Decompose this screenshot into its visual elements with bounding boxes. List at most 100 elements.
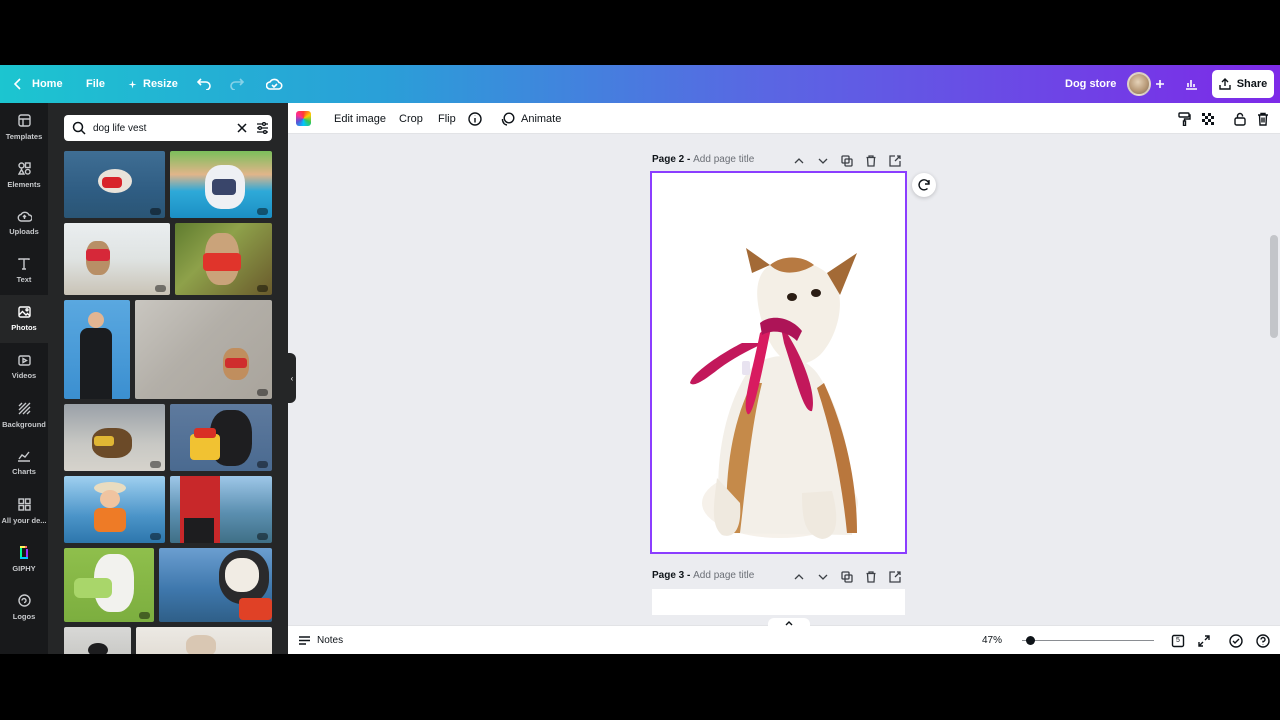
plus-icon	[1156, 80, 1164, 88]
lock-button[interactable]	[1234, 103, 1246, 134]
rail-item-giphy[interactable]: GIPHY	[0, 535, 48, 583]
rail-item-background[interactable]: Background	[0, 391, 48, 439]
add-page-button[interactable]	[889, 570, 903, 584]
photo-result[interactable]	[175, 223, 272, 295]
crop-button[interactable]: Crop	[399, 103, 423, 134]
collapse-panel-button[interactable]: ‹	[288, 353, 296, 403]
rail-item-uploads[interactable]: Uploads	[0, 199, 48, 247]
redo-button[interactable]	[229, 65, 244, 103]
undo-button[interactable]	[197, 65, 212, 103]
cloud-check-icon	[266, 78, 283, 90]
photo-result[interactable]	[64, 151, 165, 218]
rail-label: Videos	[11, 370, 37, 380]
check-button[interactable]	[1229, 626, 1243, 654]
document-title[interactable]: Dog store	[1065, 65, 1116, 103]
animate-button[interactable]: Animate	[501, 103, 561, 134]
expand-pages-button[interactable]	[768, 618, 810, 627]
notes-button[interactable]: Notes	[298, 626, 343, 654]
photo-result[interactable]	[159, 548, 272, 622]
edit-image-button[interactable]: Edit image	[334, 103, 386, 134]
rail-item-photos[interactable]: Photos	[0, 295, 48, 343]
zoom-slider-track[interactable]	[1022, 640, 1154, 641]
duplicate-page-button[interactable]	[841, 570, 855, 584]
page-3-canvas[interactable]	[652, 589, 905, 615]
page-3-header[interactable]: Page 3 - Add page title	[652, 570, 754, 581]
page-2-canvas[interactable]	[650, 171, 907, 554]
help-button[interactable]	[1256, 626, 1270, 654]
resize-button[interactable]: Resize	[128, 65, 178, 103]
photo-result[interactable]	[64, 627, 131, 654]
regenerate-button[interactable]	[912, 173, 936, 197]
rail-item-videos[interactable]: Videos	[0, 343, 48, 391]
crop-label: Crop	[399, 112, 423, 125]
move-page-up-button[interactable]	[793, 154, 807, 168]
add-page-button[interactable]	[889, 154, 903, 168]
file-menu[interactable]: File	[86, 65, 105, 103]
rail-label: Logos	[12, 611, 36, 621]
photo-result[interactable]	[64, 300, 130, 399]
rail-label: GIPHY	[12, 563, 36, 573]
rail-item-logos[interactable]: Logos	[0, 583, 48, 631]
dog-photo-element[interactable]	[652, 173, 905, 552]
share-button[interactable]: Share	[1212, 70, 1274, 98]
duplicate-page-button[interactable]	[841, 154, 855, 168]
insights-button[interactable]	[1185, 65, 1198, 103]
all-designs-icon	[17, 497, 31, 511]
photo-result[interactable]	[64, 223, 170, 295]
canvas-scrollbar[interactable]	[1268, 134, 1280, 620]
delete-page-button[interactable]	[865, 570, 879, 584]
page-2-title-input[interactable]: Add page title	[693, 154, 754, 165]
photo-result[interactable]	[136, 627, 272, 654]
move-page-down-button[interactable]	[817, 570, 831, 584]
photo-result[interactable]	[170, 476, 272, 543]
rail-label: All your de...	[1, 515, 47, 525]
flip-button[interactable]: Flip	[438, 103, 456, 134]
elements-icon	[17, 161, 31, 175]
redo-icon	[230, 78, 244, 90]
rail-item-all-designs[interactable]: All your de...	[0, 487, 48, 535]
move-page-down-button[interactable]	[817, 154, 831, 168]
rail-item-text[interactable]: Text	[0, 247, 48, 295]
page-3-title-input[interactable]: Add page title	[693, 570, 754, 581]
fullscreen-button[interactable]	[1198, 626, 1210, 654]
photo-result[interactable]	[170, 151, 272, 218]
add-collaborator-button[interactable]	[1155, 65, 1165, 103]
cloud-save-button[interactable]	[266, 65, 283, 103]
photo-result[interactable]	[170, 404, 272, 471]
photo-result[interactable]	[64, 476, 165, 543]
search-input[interactable]	[93, 122, 223, 134]
rail-item-charts[interactable]: Charts	[0, 439, 48, 487]
rail-label: Templates	[5, 131, 43, 141]
copy-style-button[interactable]	[1178, 103, 1191, 134]
animate-label: Animate	[521, 112, 562, 125]
avatar[interactable]	[1127, 72, 1151, 96]
transparency-button[interactable]	[1201, 103, 1215, 134]
clear-search-icon[interactable]	[237, 123, 247, 133]
page-count-button[interactable]: 5	[1171, 626, 1185, 654]
share-icon	[1219, 78, 1231, 90]
page-2-header[interactable]: Page 2 - Add page title	[652, 154, 754, 165]
photo-result[interactable]	[135, 300, 272, 399]
transparency-icon	[1202, 112, 1214, 125]
filter-icon[interactable]	[256, 122, 269, 134]
search-box[interactable]	[64, 115, 272, 141]
photo-result[interactable]	[64, 548, 154, 622]
trash-icon	[1258, 112, 1268, 126]
rail-item-templates[interactable]: Templates	[0, 103, 48, 151]
giphy-icon	[20, 545, 28, 559]
premium-crown-icon	[139, 612, 150, 619]
duplicate-icon	[841, 155, 853, 167]
zoom-slider-knob[interactable]	[1026, 636, 1035, 645]
templates-icon	[17, 113, 31, 127]
info-button[interactable]	[468, 103, 482, 134]
zoom-level[interactable]: 47%	[982, 626, 1002, 654]
home-button[interactable]: Home	[14, 65, 63, 103]
bar-chart-icon	[1186, 80, 1197, 90]
color-button[interactable]	[296, 103, 311, 134]
delete-page-button[interactable]	[865, 154, 879, 168]
move-page-up-button[interactable]	[793, 570, 807, 584]
canvas-scroll-thumb[interactable]	[1270, 235, 1278, 338]
delete-button[interactable]	[1257, 103, 1269, 134]
photo-result[interactable]	[64, 404, 165, 471]
rail-item-elements[interactable]: Elements	[0, 151, 48, 199]
